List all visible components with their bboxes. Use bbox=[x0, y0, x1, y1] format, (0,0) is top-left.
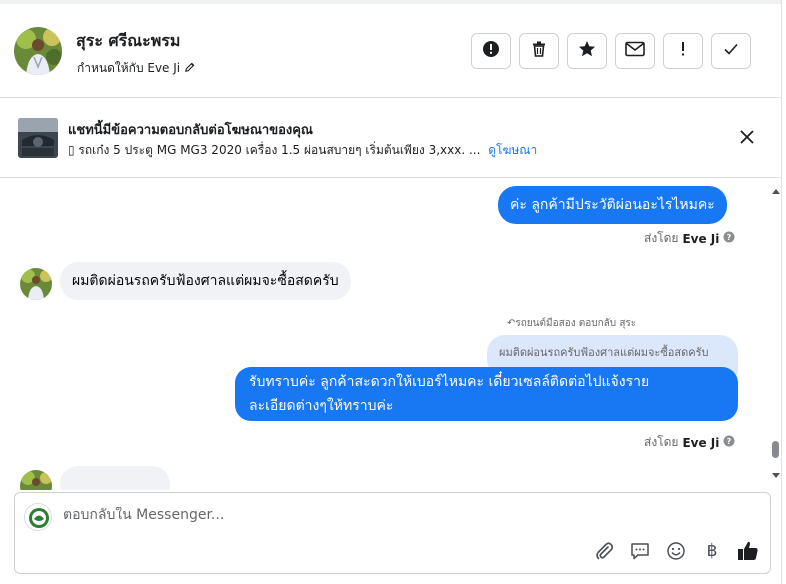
sent-by-agent: Eve Ji bbox=[682, 435, 720, 450]
assigned-label: กำหนดให้กับ Eve Ji bbox=[77, 61, 181, 75]
emoji-icon[interactable] bbox=[664, 539, 688, 563]
contact-name: สุระ ศรีณะพรม bbox=[76, 31, 181, 50]
incoming-message-partial[interactable] bbox=[60, 466, 170, 490]
contact-avatar-small[interactable] bbox=[20, 268, 52, 300]
outgoing-message[interactable]: ค่ะ ลูกค้ามีประวัติผ่อนอะไรไหมคะ bbox=[498, 186, 727, 224]
window-right-border bbox=[781, 0, 782, 584]
incoming-message[interactable]: ผมติดผ่อนรถครับฟ้องศาลแต่ผมจะซื้อสดครับ bbox=[60, 262, 351, 300]
alert-circle-icon bbox=[482, 40, 500, 62]
like-icon[interactable] bbox=[736, 539, 760, 563]
envelope-icon bbox=[625, 41, 645, 61]
ad-thumbnail[interactable] bbox=[18, 118, 58, 158]
mark-done-button[interactable] bbox=[711, 33, 751, 69]
question-icon[interactable]: ? bbox=[723, 435, 735, 450]
flag-button[interactable] bbox=[663, 33, 703, 69]
pencil-icon[interactable] bbox=[184, 62, 195, 76]
delete-button[interactable] bbox=[519, 33, 559, 69]
scroll-down-arrow[interactable] bbox=[771, 465, 781, 478]
baht-icon[interactable]: ฿ bbox=[700, 539, 724, 563]
scrollbar-thumb[interactable] bbox=[772, 441, 779, 458]
scroll-up-arrow[interactable] bbox=[771, 182, 781, 194]
sent-by-agent: Eve Ji bbox=[682, 231, 720, 246]
message-line-2: ละเอียดต่างๆให้ทราบค่ะ bbox=[249, 398, 394, 414]
reply-input[interactable] bbox=[63, 507, 623, 523]
page-avatar bbox=[24, 503, 52, 531]
ad-context-banner: แชทนี้มีข้อความตอบกลับต่อโฆษณาของคุณ ▯ ร… bbox=[0, 98, 781, 178]
message-thread[interactable]: ค่ะ ลูกค้ามีประวัติผ่อนอะไรไหมคะ ส่งโดย … bbox=[0, 179, 770, 490]
svg-text:?: ? bbox=[727, 233, 732, 242]
attach-icon[interactable] bbox=[592, 539, 616, 563]
checkmark-icon bbox=[722, 40, 740, 62]
sent-by-prefix: ส่งโดย bbox=[644, 435, 679, 449]
close-banner-button[interactable] bbox=[736, 127, 758, 149]
star-button[interactable] bbox=[567, 33, 607, 69]
question-icon[interactable]: ? bbox=[723, 231, 735, 246]
outgoing-message-long[interactable]: รับทราบค่ะ ลูกค้าสะดวกให้เบอร์ไหมคะ เดี๋… bbox=[235, 367, 738, 421]
view-ad-link[interactable]: ดูโฆษณา bbox=[488, 143, 537, 157]
saved-reply-icon[interactable] bbox=[628, 539, 652, 563]
sent-by-label: ส่งโดย Eve Ji ? bbox=[644, 433, 735, 452]
assigned-to[interactable]: กำหนดให้กับ Eve Ji bbox=[77, 59, 195, 78]
exclamation-icon bbox=[680, 40, 686, 62]
reply-composer: ฿ bbox=[14, 492, 771, 574]
composer-toolbar: ฿ bbox=[592, 539, 760, 563]
ad-context-description: ▯ รถเก๋ง 5 ประตู MG MG3 2020 เครื่อง 1.5… bbox=[68, 141, 537, 160]
ad-context-title: แชทนี้มีข้อความตอบกลับต่อโฆษณาของคุณ bbox=[68, 123, 313, 138]
mark-unread-button[interactable] bbox=[615, 33, 655, 69]
conversation-header: สุระ ศรีณะพรม กำหนดให้กับ Eve Ji bbox=[0, 4, 781, 98]
message-line-1: รับทราบค่ะ ลูกค้าสะดวกให้เบอร์ไหมคะ เดี๋… bbox=[249, 374, 650, 390]
contact-avatar-small[interactable] bbox=[20, 470, 52, 490]
star-icon bbox=[578, 40, 596, 62]
mark-spam-button[interactable] bbox=[471, 33, 511, 69]
conversation-toolbar bbox=[471, 33, 751, 69]
reply-context-label: ↶รถยนต์มือสอง ตอบกลับ สุระ bbox=[507, 318, 637, 329]
sent-by-prefix: ส่งโดย bbox=[644, 231, 679, 245]
contact-avatar[interactable] bbox=[14, 27, 62, 75]
trash-icon bbox=[530, 40, 548, 62]
sent-by-label: ส่งโดย Eve Ji ? bbox=[644, 229, 735, 248]
close-icon bbox=[740, 129, 754, 148]
svg-text:?: ? bbox=[727, 437, 732, 446]
ad-description-text: ▯ รถเก๋ง 5 ประตู MG MG3 2020 เครื่อง 1.5… bbox=[68, 143, 481, 157]
